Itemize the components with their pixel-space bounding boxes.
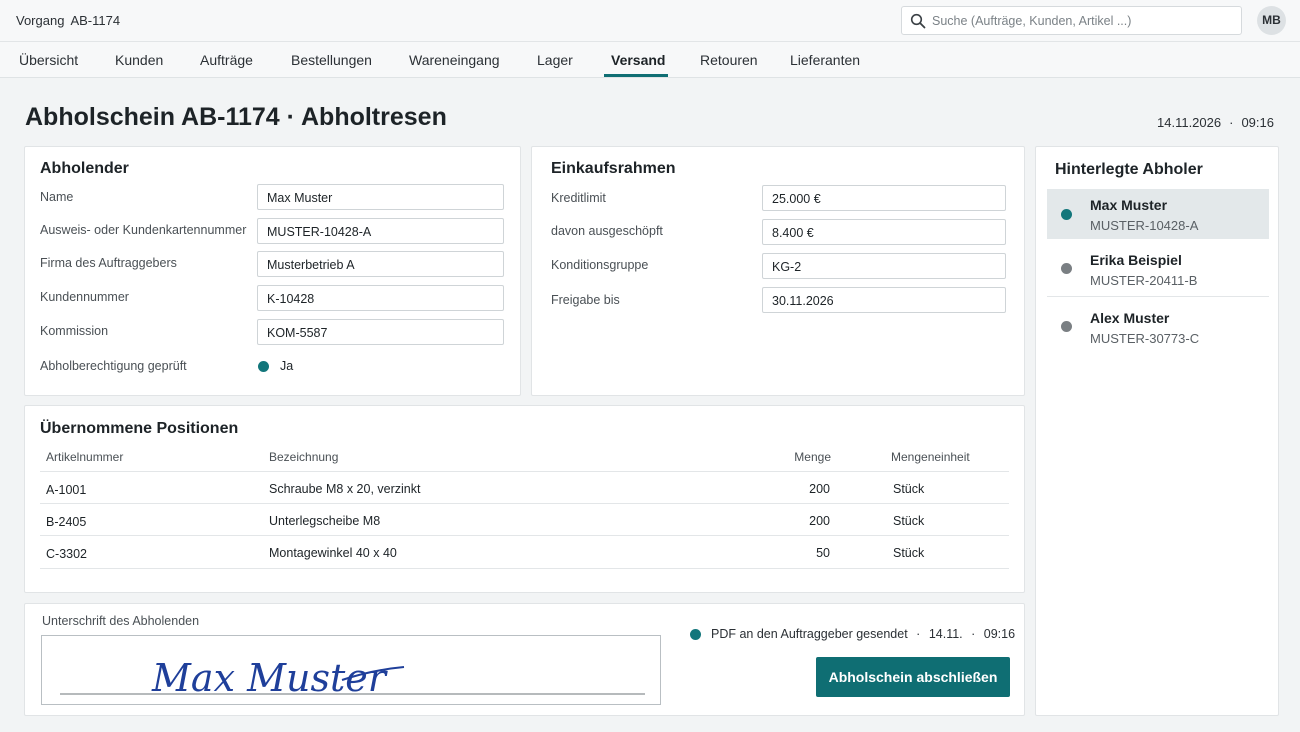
col-header-menge: Menge <box>794 450 831 464</box>
signature-card: Unterschrift des Abholenden Max Muster P… <box>24 603 1025 716</box>
ausgeschoepft-label: davon ausgeschöpft <box>551 224 663 238</box>
abholer-id: MUSTER-10428-A <box>1090 218 1199 233</box>
pdf-status-separator: · <box>971 627 976 641</box>
abholer-id: MUSTER-30773-C <box>1090 331 1200 346</box>
ausgeschoepft-field[interactable]: 8.400 € <box>762 219 1006 245</box>
kreditlimit-label: Kreditlimit <box>551 191 606 205</box>
tab-auftraege[interactable]: Aufträge <box>200 52 253 68</box>
cell-artikelnummer: A-1001 <box>46 483 87 497</box>
page-time: 09:16 <box>1241 115 1274 130</box>
konditionsgruppe-label: Konditionsgruppe <box>551 258 649 272</box>
vorgang-id: AB-1174 <box>70 13 121 28</box>
signature-drawing: Max Muster <box>60 656 645 700</box>
search-input[interactable] <box>932 11 1232 31</box>
header-divider <box>40 471 1009 472</box>
cell-bezeichnung: Schraube M8 x 20, verzinkt <box>269 482 421 496</box>
row-divider <box>40 568 1009 569</box>
abholer-item-max-muster[interactable]: Max Muster MUSTER-10428-A <box>1047 189 1269 239</box>
tab-kunden[interactable]: Kunden <box>115 52 163 68</box>
kommission-field[interactable]: KOM-5587 <box>257 319 504 345</box>
positionen-card: Übernommene Positionen Artikelnummer Bez… <box>24 405 1025 593</box>
tab-versand[interactable]: Versand <box>611 52 665 68</box>
abholer-item-alex-muster[interactable]: Alex Muster MUSTER-30773-C <box>1047 303 1269 355</box>
abholer-name: Alex Muster <box>1090 310 1170 326</box>
ausweis-label: Ausweis- oder Kundenkartennummer <box>40 223 247 237</box>
abholer-name: Erika Beispiel <box>1090 252 1182 268</box>
ausweis-field[interactable]: MUSTER-10428-A <box>257 218 504 244</box>
freigabe-field[interactable]: 30.11.2026 <box>762 287 1006 313</box>
kreditlimit-field[interactable]: 25.000 € <box>762 185 1006 211</box>
cell-mengeneinheit: Stück <box>893 514 925 528</box>
pdf-status-text: PDF an den Auftraggeber gesendet <box>711 627 908 641</box>
page-datetime: 14.11.2026 · 09:16 <box>1157 115 1274 130</box>
tab-wareneingang[interactable]: Wareneingang <box>409 52 500 68</box>
vorgang-label: Vorgang <box>16 13 65 28</box>
cell-artikelnummer: C-3302 <box>46 547 87 561</box>
col-header-bezeichnung: Bezeichnung <box>269 450 339 464</box>
kundennummer-label: Kundennummer <box>40 290 129 304</box>
status-active-icon <box>1061 209 1072 220</box>
abholer-item-erika-beispiel[interactable]: Erika Beispiel MUSTER-20411-B <box>1047 245 1269 297</box>
kundennummer-field[interactable]: K-10428 <box>257 285 504 311</box>
abholer-card: Hinterlegte Abholer Max Muster MUSTER-10… <box>1035 146 1279 716</box>
status-ok-icon <box>258 361 269 372</box>
search-icon <box>910 13 926 29</box>
positionen-title: Übernommene Positionen <box>40 420 239 437</box>
cell-mengeneinheit: Stück <box>893 482 925 496</box>
col-header-artikelnummer: Artikelnummer <box>46 450 124 464</box>
row-divider <box>40 535 1009 536</box>
name-field[interactable]: Max Muster <box>257 184 504 210</box>
tab-lieferanten[interactable]: Lieferanten <box>790 52 860 68</box>
signature-pad[interactable]: Max Muster <box>41 635 661 705</box>
abholschein-abschliessen-button[interactable]: Abholschein abschließen <box>816 657 1010 697</box>
abholer-title: Hinterlegte Abholer <box>1055 161 1203 178</box>
top-bar: Vorgang AB-1174 MB <box>0 0 1300 42</box>
vorgang-indicator: Vorgang AB-1174 <box>16 13 120 28</box>
page-date: 14.11.2026 <box>1157 115 1222 130</box>
pdf-status-time: 09:16 <box>983 627 1016 641</box>
einkaufsrahmen-title: Einkaufsrahmen <box>551 160 676 177</box>
status-inactive-icon <box>1061 321 1072 332</box>
cell-mengeneinheit: Stück <box>893 546 925 560</box>
status-sent-icon <box>690 629 701 640</box>
signature-text: Max Muster <box>151 656 389 700</box>
cell-menge: 50 <box>816 546 830 560</box>
tab-bestellungen[interactable]: Bestellungen <box>291 52 372 68</box>
firma-field[interactable]: Musterbetrieb A <box>257 251 504 277</box>
abholer-id: MUSTER-20411-B <box>1090 273 1198 288</box>
pdf-status-line: PDF an den Auftraggeber gesendet · 14.11… <box>711 627 1015 641</box>
search-box[interactable] <box>901 6 1242 35</box>
abholender-card: Abholender Name Max Muster Ausweis- oder… <box>24 146 521 396</box>
cell-menge: 200 <box>809 482 830 496</box>
tab-lager[interactable]: Lager <box>537 52 573 68</box>
active-tab-indicator <box>604 74 668 77</box>
main-navigation: Übersicht Kunden Aufträge Bestellungen W… <box>0 42 1300 78</box>
abholberechtigung-value: Ja <box>280 359 294 373</box>
abholer-name: Max Muster <box>1090 197 1168 213</box>
signature-label: Unterschrift des Abholenden <box>42 614 200 628</box>
freigabe-label: Freigabe bis <box>551 293 620 307</box>
firma-label: Firma des Auftraggebers <box>40 256 177 270</box>
kommission-label: Kommission <box>40 324 109 338</box>
einkaufsrahmen-card: Einkaufsrahmen Kreditlimit 25.000 € davo… <box>531 146 1025 396</box>
abholender-title: Abholender <box>40 160 129 177</box>
pdf-status-separator: · <box>916 627 921 641</box>
status-inactive-icon <box>1061 263 1072 274</box>
abholberechtigung-label: Abholberechtigung geprüft <box>40 359 187 373</box>
cell-menge: 200 <box>809 514 830 528</box>
cell-artikelnummer: B-2405 <box>46 515 87 529</box>
row-divider <box>40 503 1009 504</box>
konditionsgruppe-field[interactable]: KG-2 <box>762 253 1006 279</box>
pdf-status-date: 14.11. <box>928 627 963 641</box>
tab-uebersicht[interactable]: Übersicht <box>19 52 78 68</box>
page-title: Abholschein AB-1174 · Abholtresen <box>25 103 447 131</box>
name-label: Name <box>40 190 74 204</box>
cell-bezeichnung: Montagewinkel 40 x 40 <box>269 546 397 560</box>
user-avatar[interactable]: MB <box>1257 6 1286 35</box>
tab-retouren[interactable]: Retouren <box>700 52 758 68</box>
cell-bezeichnung: Unterlegscheibe M8 <box>269 514 381 528</box>
col-header-mengeneinheit: Mengeneinheit <box>891 450 970 464</box>
datetime-separator: · <box>1229 115 1234 130</box>
